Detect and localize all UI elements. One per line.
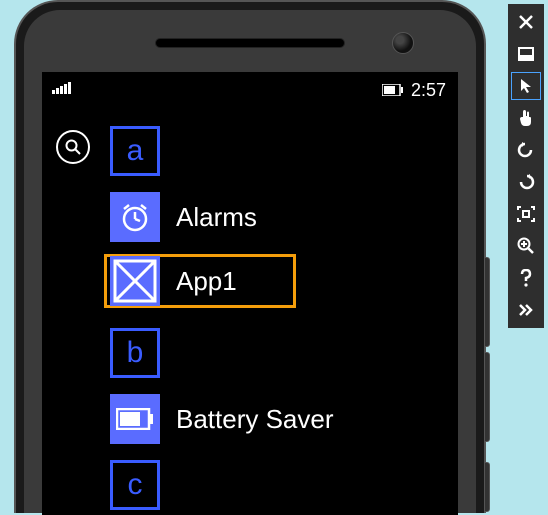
close-icon [519,15,533,29]
app-item-battery-saver[interactable]: Battery Saver [110,392,334,446]
search-icon [65,139,81,155]
rotate-left-button[interactable] [511,136,541,164]
hand-icon [518,109,534,127]
rotate-left-icon [517,142,535,158]
rotate-right-button[interactable] [511,168,541,196]
letter-header-a[interactable]: a [110,124,160,178]
app-label: App1 [176,266,237,297]
app1-icon [110,256,160,306]
pointer-mode-button[interactable] [511,72,541,100]
camera-button[interactable] [484,462,490,512]
zoom-button[interactable] [511,232,541,260]
phone-screen: 2:57 a [42,72,458,515]
letter-header-c[interactable]: c [110,458,160,512]
volume-button[interactable] [484,257,490,347]
emulator-toolbar [508,4,544,328]
search-button[interactable] [56,130,90,164]
power-button[interactable] [484,352,490,442]
fit-screen-icon [517,206,535,222]
letter-tile: c [110,460,160,510]
pointer-icon [519,78,533,94]
phone-device: 2:57 a [14,0,486,513]
app-list[interactable]: a Alarms [42,124,458,515]
minimize-icon [518,47,534,61]
clock: 2:57 [411,80,446,101]
phone-camera [392,32,414,54]
zoom-icon [517,237,535,255]
rotate-right-icon [517,174,535,190]
letter-header-b[interactable]: b [110,326,160,380]
close-button[interactable] [511,8,541,36]
alarms-icon [110,192,160,242]
status-bar: 2:57 [42,78,458,102]
signal-icon [52,82,71,94]
app-item-alarms[interactable]: Alarms [110,190,257,244]
letter-tile: b [110,328,160,378]
app-label: Alarms [176,202,257,233]
battery-saver-icon [110,394,160,444]
phone-speaker [155,38,345,48]
chevrons-right-icon [518,303,534,317]
battery-icon [382,84,404,96]
minimize-button[interactable] [511,40,541,68]
touch-mode-button[interactable] [511,104,541,132]
letter-tile: a [110,126,160,176]
app-label: Battery Saver [176,404,334,435]
app-item-app1-selected[interactable]: App1 [104,254,296,308]
more-button[interactable] [511,296,541,324]
help-button[interactable] [511,264,541,292]
help-icon [519,269,533,287]
fit-screen-button[interactable] [511,200,541,228]
